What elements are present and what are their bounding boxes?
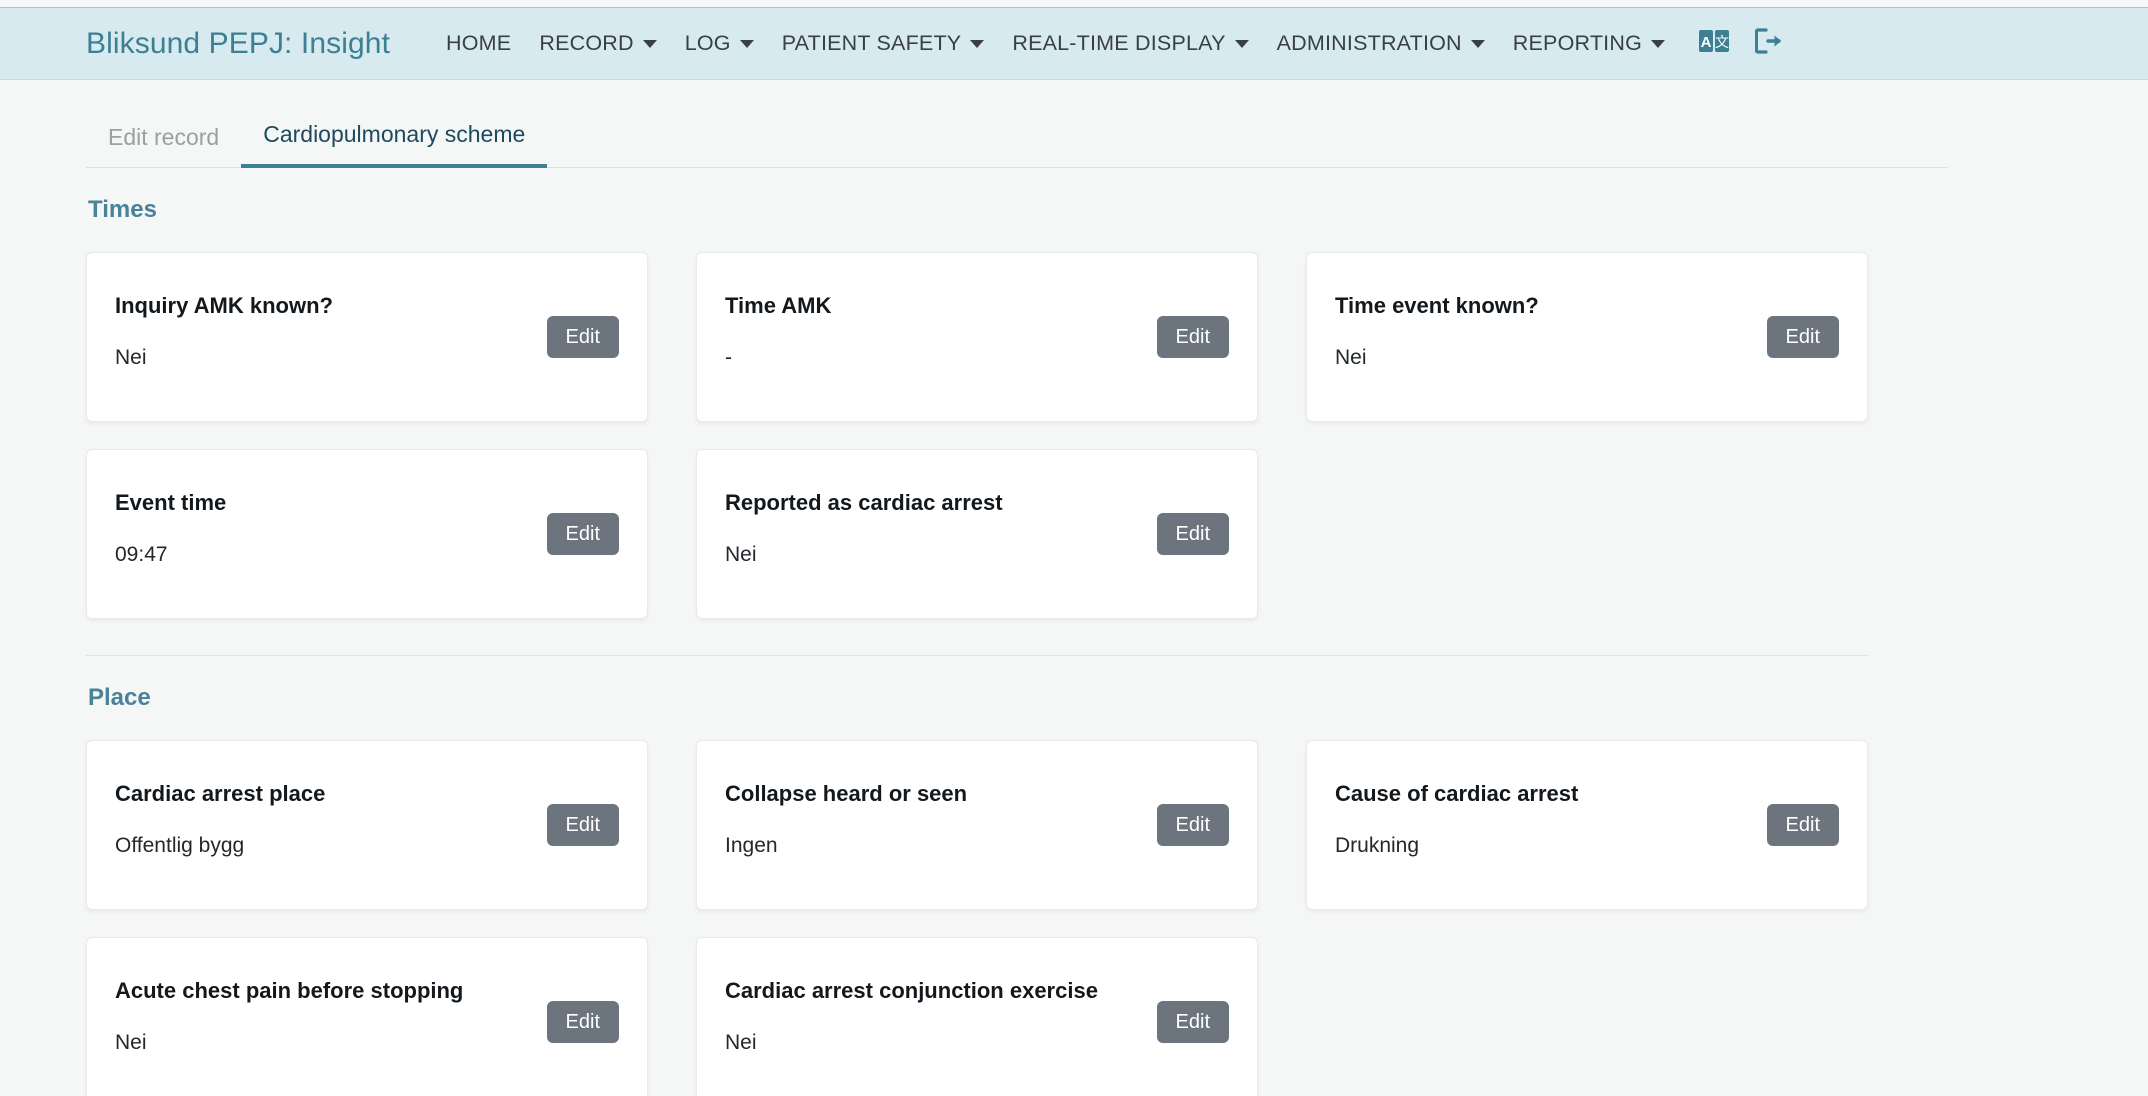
field-card-cause-of-cardiac-arrest: Cause of cardiac arrest Drukning Edit xyxy=(1306,740,1868,910)
field-card-inquiry-amk-known: Inquiry AMK known? Nei Edit xyxy=(86,252,648,422)
main-navbar: Bliksund PEPJ: Insight HOME RECORD LOG P… xyxy=(0,8,2148,80)
field-value: Nei xyxy=(1335,346,1367,370)
page-content: Edit record Cardiopulmonary scheme Times… xyxy=(86,80,1948,1096)
nav-item-real-time-display-label: REAL-TIME DISPLAY xyxy=(1012,31,1226,55)
edit-button[interactable]: Edit xyxy=(546,316,619,358)
field-card-time-event-known: Time event known? Nei Edit xyxy=(1306,252,1868,422)
field-value: Nei xyxy=(725,1031,757,1055)
edit-button[interactable]: Edit xyxy=(1766,316,1839,358)
field-card-cardiac-arrest-place: Cardiac arrest place Offentlig bygg Edit xyxy=(86,740,648,910)
card-row: Cardiac arrest place Offentlig bygg Edit… xyxy=(86,740,1948,910)
tab-edit-record[interactable]: Edit record xyxy=(86,126,241,167)
section-times: Times Inquiry AMK known? Nei Edit Time A… xyxy=(86,168,1948,656)
tab-bar: Edit record Cardiopulmonary scheme xyxy=(86,102,1948,168)
chevron-down-icon xyxy=(1234,39,1249,48)
field-card-acute-chest-pain-before-stopping: Acute chest pain before stopping Nei Edi… xyxy=(86,937,648,1096)
nav-item-log[interactable]: LOG xyxy=(671,31,768,56)
chevron-down-icon xyxy=(642,39,657,48)
navbar-icon-group: A 文 xyxy=(1699,28,1783,59)
field-label: Cardiac arrest conjunction exercise xyxy=(725,978,1098,1003)
nav-item-reporting-label: REPORTING xyxy=(1512,31,1643,55)
nav-item-home-label: HOME xyxy=(446,31,512,55)
navbar-menu: HOME RECORD LOG PATIENT SAFETY REAL-TIME… xyxy=(432,28,1783,59)
field-card-collapse-heard-or-seen: Collapse heard or seen Ingen Edit xyxy=(696,740,1258,910)
field-label: Cause of cardiac arrest xyxy=(1335,781,1579,806)
section-title-times: Times xyxy=(88,196,157,223)
section-place: Place Cardiac arrest place Offentlig byg… xyxy=(86,656,1948,1096)
field-label: Collapse heard or seen xyxy=(725,781,968,806)
nav-item-record-label: RECORD xyxy=(539,31,634,55)
nav-item-patient-safety[interactable]: PATIENT SAFETY xyxy=(768,31,999,56)
edit-button[interactable]: Edit xyxy=(1156,513,1229,555)
chevron-down-icon xyxy=(970,39,985,48)
field-value: - xyxy=(725,346,732,370)
page-top-strip xyxy=(0,0,2148,8)
nav-item-administration[interactable]: ADMINISTRATION xyxy=(1263,31,1499,56)
tab-cardiopulmonary-scheme[interactable]: Cardiopulmonary scheme xyxy=(241,123,548,168)
field-label: Cardiac arrest place xyxy=(115,781,326,806)
field-value: Nei xyxy=(725,543,757,567)
card-row: Event time 09:47 Edit Reported as cardia… xyxy=(86,449,1948,619)
field-value: 09:47 xyxy=(115,543,168,567)
field-value: Nei xyxy=(115,1031,147,1055)
field-card-cardiac-arrest-conjunction-exercise: Cardiac arrest conjunction exercise Nei … xyxy=(696,937,1258,1096)
nav-item-real-time-display[interactable]: REAL-TIME DISPLAY xyxy=(998,31,1262,56)
edit-button[interactable]: Edit xyxy=(546,804,619,846)
edit-button[interactable]: Edit xyxy=(1766,804,1839,846)
field-value: Nei xyxy=(115,346,147,370)
field-card-event-time: Event time 09:47 Edit xyxy=(86,449,648,619)
edit-button[interactable]: Edit xyxy=(546,1001,619,1043)
sign-out-icon[interactable] xyxy=(1754,28,1783,59)
field-value: Drukning xyxy=(1335,834,1420,858)
field-value: Offentlig bygg xyxy=(115,834,245,858)
chevron-down-icon xyxy=(739,39,754,48)
nav-item-administration-label: ADMINISTRATION xyxy=(1276,31,1462,55)
field-label: Time AMK xyxy=(725,293,832,318)
edit-button[interactable]: Edit xyxy=(546,513,619,555)
svg-text:A: A xyxy=(1701,34,1712,51)
nav-item-record[interactable]: RECORD xyxy=(525,31,670,56)
edit-button[interactable]: Edit xyxy=(1156,316,1229,358)
field-label: Time event known? xyxy=(1335,293,1539,318)
field-card-reported-as-cardiac-arrest: Reported as cardiac arrest Nei Edit xyxy=(696,449,1258,619)
nav-item-log-label: LOG xyxy=(684,31,731,55)
field-label: Reported as cardiac arrest xyxy=(725,490,1003,515)
section-title-place: Place xyxy=(88,684,151,711)
nav-item-reporting[interactable]: REPORTING xyxy=(1499,31,1679,56)
nav-item-patient-safety-label: PATIENT SAFETY xyxy=(781,31,962,55)
field-value: Ingen xyxy=(725,834,778,858)
edit-button[interactable]: Edit xyxy=(1156,804,1229,846)
chevron-down-icon xyxy=(1470,39,1485,48)
field-label: Event time xyxy=(115,490,227,515)
field-card-time-amk: Time AMK - Edit xyxy=(696,252,1258,422)
field-label: Acute chest pain before stopping xyxy=(115,978,464,1003)
field-label: Inquiry AMK known? xyxy=(115,293,333,318)
translate-icon[interactable]: A 文 xyxy=(1699,30,1730,57)
nav-item-home[interactable]: HOME xyxy=(432,31,525,56)
card-row: Acute chest pain before stopping Nei Edi… xyxy=(86,937,1948,1096)
card-row: Inquiry AMK known? Nei Edit Time AMK - E… xyxy=(86,252,1948,422)
edit-button[interactable]: Edit xyxy=(1156,1001,1229,1043)
svg-text:文: 文 xyxy=(1715,35,1729,51)
chevron-down-icon xyxy=(1651,39,1666,48)
app-brand-title[interactable]: Bliksund PEPJ: Insight xyxy=(86,27,390,61)
